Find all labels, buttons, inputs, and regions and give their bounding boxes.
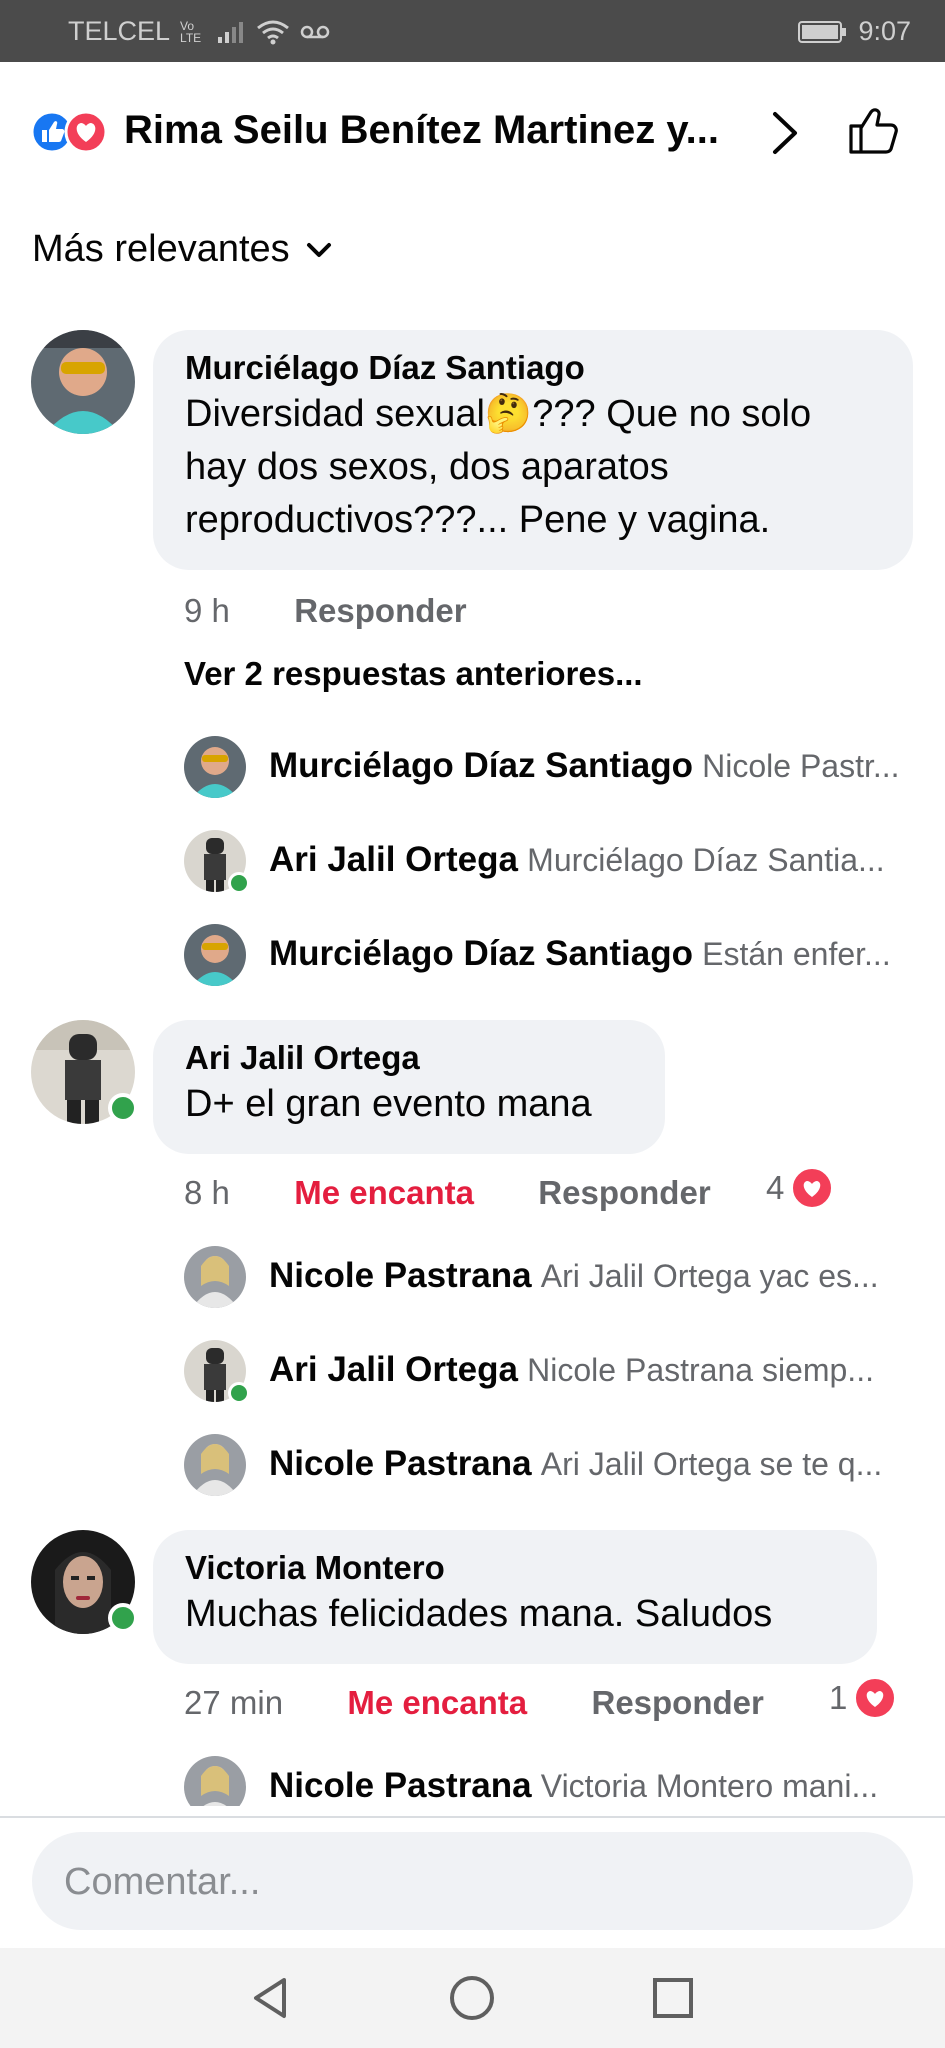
comments-sheet: Rima Seilu Benítez Martinez y... Más rel… <box>0 62 945 2048</box>
love-icon <box>853 1676 898 1720</box>
sort-label: Más relevantes <box>32 228 290 270</box>
avatar[interactable] <box>184 924 246 986</box>
love-icon <box>64 110 108 154</box>
comment-time: 9 h <box>184 592 230 629</box>
online-indicator <box>108 1093 138 1123</box>
recents-icon[interactable] <box>645 1970 701 2026</box>
carrier-label: TELCEL <box>68 16 171 46</box>
comment-bubble[interactable]: Ari Jalil Ortega D+ el gran evento mana <box>153 1020 665 1154</box>
reply-button[interactable]: Responder <box>538 1174 710 1211</box>
comment-time: 8 h <box>184 1174 230 1211</box>
reply-author[interactable]: Murciélago Díaz Santiago <box>269 746 693 785</box>
comment-text: Diversidad sexual🤔??? Que no solo hay do… <box>185 393 812 541</box>
reply-text: Victoria Montero mani... <box>540 1768 879 1804</box>
comment-text: Muchas felicidades mana. Saludos <box>185 1593 773 1635</box>
love-icon <box>790 1166 835 1210</box>
reply-item[interactable]: Nicole Pastrana Ari Jalil Ortega se te q… <box>184 1434 914 1498</box>
reply-text: Ari Jalil Ortega se te q... <box>540 1446 883 1482</box>
reply-item[interactable]: Murciélago Díaz Santiago Están enfer... <box>184 924 914 988</box>
comment-bubble[interactable]: Murciélago Díaz Santiago Diversidad sexu… <box>153 330 913 570</box>
reply-item[interactable]: Nicole Pastrana Ari Jalil Ortega yac es.… <box>184 1246 914 1310</box>
home-icon[interactable] <box>444 1970 500 2026</box>
reaction-count-number: 4 <box>766 1169 785 1206</box>
online-indicator <box>108 1603 138 1633</box>
reply-author[interactable]: Nicole Pastrana <box>269 1766 532 1805</box>
reaction-count-number: 1 <box>829 1679 848 1716</box>
reactors-title[interactable]: Rima Seilu Benítez Martinez y... <box>124 108 764 153</box>
back-icon[interactable] <box>242 1970 298 2026</box>
reaction-count[interactable]: 1 <box>829 1676 898 1720</box>
avatar[interactable] <box>184 1756 246 1806</box>
online-indicator <box>228 1382 250 1404</box>
reply-button[interactable]: Responder <box>591 1684 763 1721</box>
avatar[interactable] <box>184 1434 246 1496</box>
wifi-icon <box>257 20 289 44</box>
view-previous-replies-link[interactable]: Ver 2 respuestas anteriores... <box>184 655 643 693</box>
signal-icon <box>218 21 244 43</box>
reply-author[interactable]: Ari Jalil Ortega <box>269 840 518 879</box>
comment-author[interactable]: Victoria Montero <box>185 1548 845 1588</box>
sort-dropdown[interactable]: Más relevantes <box>32 228 332 271</box>
comment-bubble[interactable]: Victoria Montero Muchas felicidades mana… <box>153 1530 877 1664</box>
reply-author[interactable]: Nicole Pastrana <box>269 1256 532 1295</box>
reply-author[interactable]: Ari Jalil Ortega <box>269 1350 518 1389</box>
reply-text: Nicole Pastrana siemp... <box>527 1352 874 1388</box>
reactions-header[interactable]: Rima Seilu Benítez Martinez y... <box>30 100 915 160</box>
comment-author[interactable]: Ari Jalil Ortega <box>185 1038 633 1078</box>
comment-time: 27 min <box>184 1684 284 1721</box>
comment-author[interactable]: Murciélago Díaz Santiago <box>185 348 881 388</box>
avatar[interactable] <box>31 330 135 434</box>
thinking-emoji: 🤔 <box>484 393 533 435</box>
reply-author[interactable]: Murciélago Díaz Santiago <box>269 934 693 973</box>
comment-text: D+ el gran evento mana <box>185 1083 592 1125</box>
reply-item[interactable]: Murciélago Díaz Santiago Nicole Pastr... <box>184 736 914 800</box>
comment-input[interactable] <box>62 1832 886 1932</box>
android-nav-bar <box>0 1948 945 2048</box>
love-reaction-button[interactable]: Me encanta <box>294 1174 474 1211</box>
comment-actions: 9 h Responder <box>184 592 467 630</box>
clock: 9:07 <box>858 16 911 46</box>
volte-badge: Vo LTE <box>180 18 202 45</box>
reply-text: Están enfer... <box>702 936 891 972</box>
avatar[interactable] <box>184 1246 246 1308</box>
like-button-icon[interactable] <box>845 102 901 158</box>
love-reaction-button[interactable]: Me encanta <box>347 1684 527 1721</box>
reply-text: Murciélago Díaz Santia... <box>527 842 885 878</box>
reply-button[interactable]: Responder <box>294 592 466 629</box>
avatar[interactable] <box>184 736 246 798</box>
reaction-icons <box>30 110 114 154</box>
reply-author[interactable]: Nicole Pastrana <box>269 1444 532 1483</box>
chevron-right-icon[interactable] <box>763 108 807 158</box>
reply-item[interactable]: Nicole Pastrana Victoria Montero mani... <box>184 1756 914 1806</box>
comment-composer[interactable] <box>32 1832 913 1932</box>
comment-actions: 8 h Me encanta Responder <box>184 1174 711 1212</box>
battery-icon <box>798 20 847 43</box>
composer-divider <box>0 1816 945 1818</box>
reply-text: Ari Jalil Ortega yac es... <box>540 1258 879 1294</box>
comment-actions: 27 min Me encanta Responder <box>184 1684 764 1722</box>
reply-item[interactable]: Ari Jalil Ortega Murciélago Díaz Santia.… <box>184 830 914 894</box>
reply-item[interactable]: Ari Jalil Ortega Nicole Pastrana siemp..… <box>184 1340 914 1404</box>
chevron-down-icon <box>306 242 331 257</box>
voicemail-icon <box>300 25 330 38</box>
reaction-count[interactable]: 4 <box>766 1166 835 1210</box>
online-indicator <box>228 872 250 894</box>
status-bar: TELCEL Vo LTE 9:07 <box>0 0 945 62</box>
reply-text: Nicole Pastr... <box>702 748 900 784</box>
